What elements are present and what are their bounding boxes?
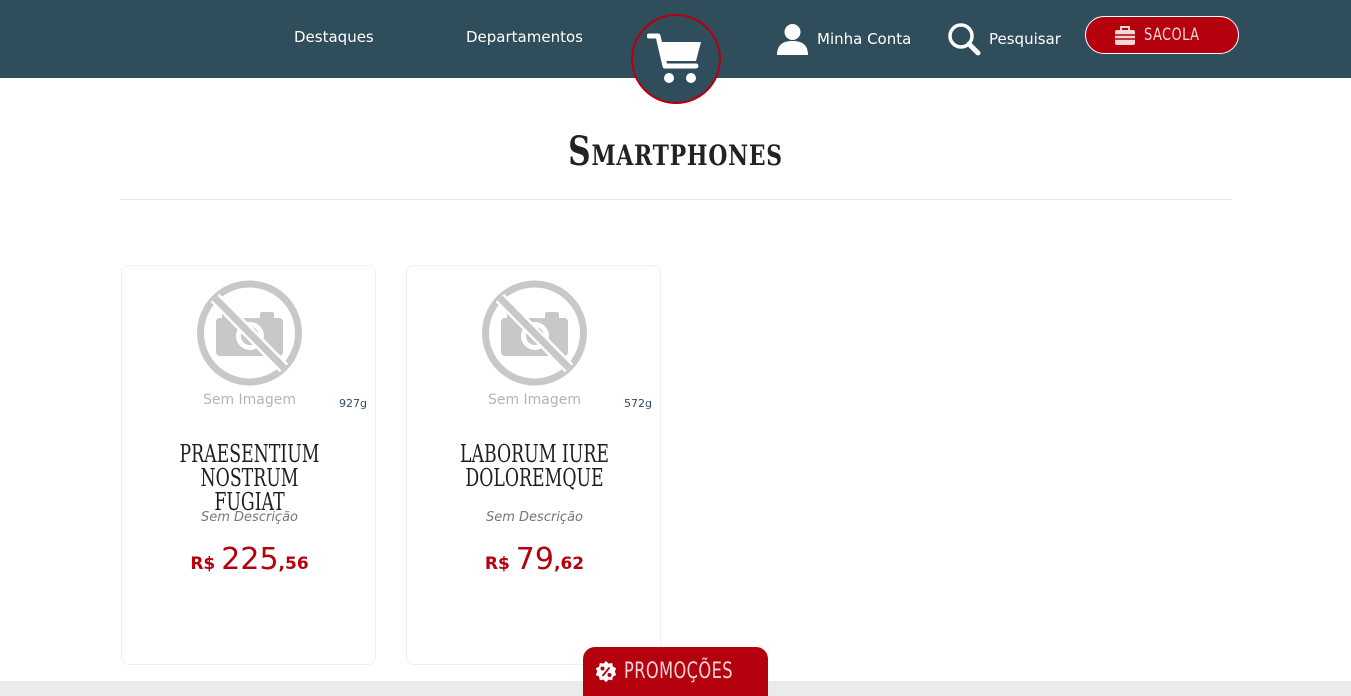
title-divider xyxy=(121,199,1231,200)
search-icon xyxy=(948,23,981,56)
product-name[interactable]: Praesentium nostrum fugiat xyxy=(172,442,327,514)
search-link[interactable]: Pesquisar xyxy=(947,22,1061,56)
product-name[interactable]: Laborum iure doloremque xyxy=(457,442,612,490)
product-weight: 927g xyxy=(339,397,367,410)
product-price: R$ 225,56 xyxy=(122,542,377,577)
user-icon xyxy=(777,24,808,55)
bag-button[interactable]: SACOLA xyxy=(1085,16,1239,54)
shopping-bag-icon xyxy=(1115,26,1136,45)
my-account-label: Minha Conta xyxy=(817,30,912,48)
product-description: Sem Descrição xyxy=(486,510,583,525)
nav-departamentos[interactable]: Departamentos xyxy=(466,27,583,47)
category-title: Smartphones xyxy=(568,128,783,175)
product-weight: 572g xyxy=(624,397,652,410)
product-description: Sem Descrição xyxy=(201,510,298,525)
search-label: Pesquisar xyxy=(989,30,1061,48)
shopping-cart-icon xyxy=(647,33,701,83)
promotions-button[interactable]: PROMOÇÕES xyxy=(583,647,768,696)
promotions-label: PROMOÇÕES xyxy=(624,659,734,684)
product-card[interactable]: Sem Imagem 927g Praesentium nostrum fugi… xyxy=(121,265,376,665)
my-account-link[interactable]: Minha Conta xyxy=(776,22,911,56)
percent-badge-icon xyxy=(595,660,617,682)
price-integer: 225 xyxy=(221,542,279,577)
bag-label: SACOLA xyxy=(1144,25,1200,45)
store-logo[interactable] xyxy=(631,14,721,104)
nav-destaques[interactable]: Destaques xyxy=(294,27,374,47)
price-integer: 79 xyxy=(515,542,554,577)
price-decimal: ,62 xyxy=(553,554,585,574)
price-currency: R$ xyxy=(190,554,216,574)
product-card[interactable]: Sem Imagem 572g Laborum iure doloremque … xyxy=(406,265,661,665)
price-currency: R$ xyxy=(484,554,510,574)
product-price: R$ 79,62 xyxy=(407,542,662,577)
price-decimal: ,56 xyxy=(278,554,309,574)
